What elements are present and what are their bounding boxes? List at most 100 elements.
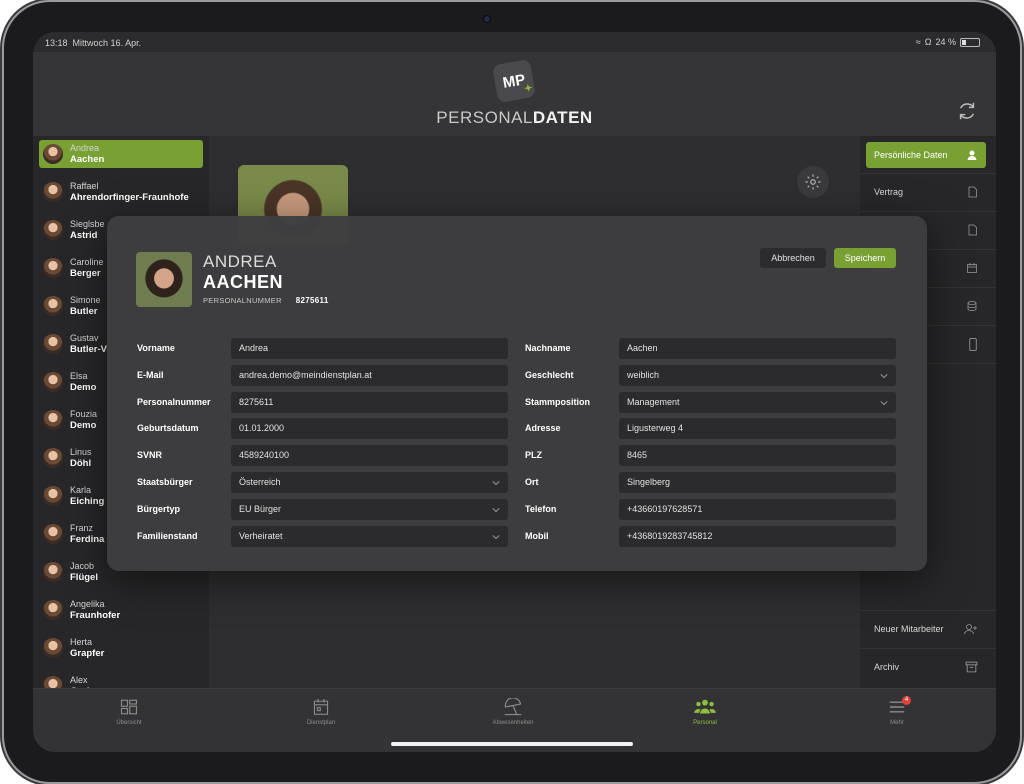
calendar-icon	[313, 699, 329, 715]
field-value: Singelberg	[627, 477, 671, 487]
archive-icon	[965, 661, 978, 673]
chevron-down-icon	[880, 400, 888, 405]
text-field[interactable]: 01.01.2000	[231, 418, 508, 440]
text-field[interactable]: 8465	[619, 445, 896, 467]
text-field[interactable]: 8275611	[231, 391, 508, 413]
battery-percent: 24 %	[935, 37, 956, 47]
select-field[interactable]: EU Bürger	[231, 498, 508, 520]
text-field[interactable]: 4589240100	[231, 445, 508, 467]
field-label: Geburtsdatum	[137, 423, 199, 434]
field-value: 8275611	[239, 396, 274, 407]
dashboard-icon	[120, 699, 138, 715]
field-value: Verheiratet	[239, 530, 283, 541]
tab-absences[interactable]: Abwesenheiten	[468, 697, 558, 726]
text-field[interactable]: Singelberg	[619, 472, 896, 493]
nav-contract[interactable]: Vertrag	[866, 179, 986, 205]
tab-label: Personal	[693, 720, 717, 726]
avatar	[43, 296, 63, 316]
tab-label: Mehr	[890, 720, 904, 726]
new-employee-button[interactable]: Neuer Mitarbeiter	[866, 616, 986, 642]
select-field[interactable]: weiblich	[619, 364, 896, 386]
save-button[interactable]: Speichern	[834, 248, 896, 268]
chevron-down-icon	[492, 534, 500, 539]
field-label: E-Mail	[137, 369, 164, 380]
field-value: +4368019283745812	[627, 530, 713, 541]
avatar	[43, 486, 63, 506]
avatar	[43, 638, 63, 658]
tab-overview[interactable]: Übersicht	[84, 697, 174, 726]
select-field[interactable]: Österreich	[231, 472, 508, 493]
archive-button[interactable]: Archiv	[866, 654, 986, 680]
chevron-down-icon	[492, 507, 500, 513]
screen: 13:18 Mittwoch 16. Apr. ≈ Ω 24 % MP ✦ PER…	[33, 32, 996, 752]
add-user-icon	[964, 624, 977, 635]
select-field[interactable]: Management	[619, 391, 896, 413]
app-header: MP ✦ PERSONALDATEN	[33, 52, 996, 136]
status-right: ≈ Ω 24 %	[916, 37, 980, 47]
list-item[interactable]: Raffael Ahrendorfinger-Fraunhofe	[39, 178, 203, 206]
list-item[interactable]: Angelika Fraunhofer	[39, 596, 203, 624]
text-field[interactable]: Ligusterweg 4	[619, 418, 896, 440]
field-value: 01.01.2000	[239, 423, 285, 434]
tab-schedule[interactable]: Dienstplan	[276, 697, 366, 726]
field-label: Staatsbürger	[137, 477, 193, 487]
notification-badge: 4	[902, 696, 911, 705]
nav-personal-data[interactable]: Persönliche Daten	[866, 142, 986, 168]
avatar	[43, 600, 63, 620]
personnel-number: PERSONALNUMMER 8275611	[203, 296, 329, 305]
field-value: Österreich	[239, 477, 281, 487]
text-field[interactable]: +4368019283745812	[619, 525, 896, 547]
battery-icon	[960, 37, 980, 47]
field-label: Geschlecht	[525, 369, 574, 380]
settings-button[interactable]	[797, 166, 829, 198]
nav-label: Vertrag	[874, 187, 904, 197]
text-field[interactable]: andrea.demo@meindienstplan.at	[231, 364, 508, 386]
home-indicator[interactable]	[391, 742, 633, 746]
field-value: +43660197628571	[627, 503, 703, 514]
select-field[interactable]: Verheiratet	[231, 525, 508, 547]
tab-personnel[interactable]: Personal	[660, 697, 750, 726]
avatar	[43, 562, 63, 582]
sparkle-icon: ✦	[523, 82, 534, 96]
avatar	[136, 252, 192, 307]
field-value: EU Bürger	[239, 503, 282, 514]
employee-name: Simone Butler	[70, 295, 101, 317]
avatar	[43, 448, 63, 468]
employee-name: Karla Eiching	[70, 485, 105, 507]
list-item[interactable]: AlexGruber	[39, 672, 203, 688]
field-label: PLZ	[525, 450, 542, 461]
field-label: Nachname	[525, 343, 571, 353]
field-label: Bürgertyp	[137, 503, 181, 514]
chevron-down-icon	[880, 373, 888, 379]
wifi-icon: ≈	[915, 37, 921, 47]
divider	[860, 610, 996, 611]
text-field[interactable]: +43660197628571	[619, 498, 896, 520]
list-item[interactable]: Herta Grapfer	[39, 634, 203, 662]
stack-icon	[967, 301, 977, 311]
list-item[interactable]: Andrea Aachen	[39, 140, 203, 168]
tab-more[interactable]: 4 Mehr	[852, 696, 942, 726]
field-label: Adresse	[525, 423, 561, 434]
avatar	[43, 524, 63, 544]
app-logo: MP ✦	[491, 58, 537, 104]
refresh-icon[interactable]	[956, 100, 978, 122]
field-value: Andrea	[239, 343, 269, 353]
divider	[860, 211, 996, 212]
employee-name: Sieglsbe Astrid	[70, 219, 105, 241]
avatar	[43, 182, 63, 202]
divider	[860, 648, 996, 649]
avatar	[43, 372, 63, 392]
avatar	[43, 220, 63, 240]
field-value: Ligusterweg 4	[627, 423, 684, 434]
text-field[interactable]: Andrea	[231, 338, 508, 359]
person-icon	[967, 150, 977, 160]
nav-label: Persönliche Daten	[874, 150, 948, 160]
calendar-icon	[967, 263, 977, 273]
tab-label: Übersicht	[116, 720, 142, 726]
field-label: SVNR	[137, 450, 163, 461]
text-field[interactable]: Aachen	[619, 338, 896, 359]
nav-label: Archiv	[874, 662, 900, 672]
avatar	[43, 334, 63, 354]
employee-name: Herta Grapfer	[70, 637, 105, 659]
cancel-button[interactable]: Abbrechen	[760, 248, 826, 268]
